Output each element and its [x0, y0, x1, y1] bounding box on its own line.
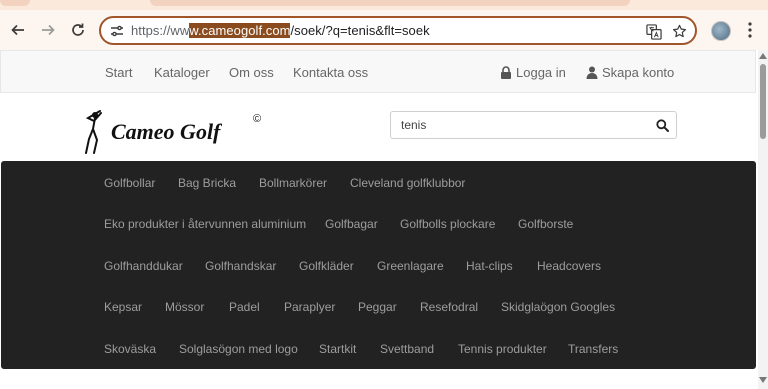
site-logo[interactable]: Cameo Golf ©	[83, 109, 267, 155]
login-link[interactable]: Logga in	[500, 65, 566, 80]
category-link[interactable]: Mössor	[165, 300, 204, 314]
nav-start-link[interactable]: Start	[105, 65, 132, 80]
logo-wordmark: Cameo Golf	[111, 119, 221, 144]
category-link[interactable]: Tennis produkter	[458, 342, 547, 356]
site-settings-icon[interactable]	[109, 23, 125, 39]
back-arrow-icon	[11, 24, 24, 36]
scrollbar-thumb[interactable]	[760, 64, 766, 139]
category-link[interactable]: Golfhanddukar	[104, 259, 183, 273]
address-bar[interactable]: https://www.cameogolf.com/soek/?q=tenis&…	[99, 16, 697, 45]
category-link[interactable]: Headcovers	[537, 259, 601, 273]
category-link[interactable]: Golfbollar	[104, 176, 155, 190]
category-link[interactable]: Hat-clips	[466, 259, 513, 273]
tab-edge[interactable]	[0, 0, 30, 6]
lock-icon	[501, 66, 511, 79]
back-button[interactable]	[6, 18, 30, 42]
search-query-text: tenis	[401, 118, 427, 132]
category-link[interactable]: Paraplyer	[284, 300, 335, 314]
signup-link[interactable]: Skapa konto	[586, 65, 674, 80]
category-link[interactable]: Peggar	[358, 300, 397, 314]
category-link[interactable]: Padel	[229, 300, 260, 314]
tab-strip	[0, 0, 768, 10]
bookmark-star-icon[interactable]	[671, 23, 688, 40]
forward-arrow-icon	[42, 24, 55, 36]
active-tab-edge[interactable]	[150, 0, 630, 6]
browser-menu-icon[interactable]	[742, 21, 758, 39]
category-link[interactable]: Skidglaögon Googles	[501, 300, 615, 314]
category-link[interactable]: Cleveland golfklubbor	[350, 176, 465, 190]
category-link[interactable]: Solglasögon med logo	[179, 342, 298, 356]
category-link[interactable]: Golfkläder	[299, 259, 354, 273]
scroll-down-arrow-icon[interactable]	[759, 377, 767, 383]
profile-avatar-icon[interactable]	[711, 21, 731, 41]
translate-icon[interactable]	[645, 23, 662, 40]
nav-om-oss-link[interactable]: Om oss	[229, 65, 274, 80]
browser-toolbar: https://www.cameogolf.com/soek/?q=tenis&…	[0, 10, 768, 50]
category-link[interactable]: Bollmarkörer	[259, 176, 327, 190]
url-path: /soek/?q=tenis&flt=soek	[290, 23, 430, 38]
category-link[interactable]: Startkit	[319, 342, 356, 356]
logo-copyright-mark: ©	[253, 113, 262, 125]
url-selected-domain: w.cameogolf.com	[189, 23, 291, 38]
search-button[interactable]	[648, 112, 676, 138]
category-link[interactable]: Transfers	[568, 342, 618, 356]
url-prefix: https://ww	[131, 23, 190, 38]
reload-button[interactable]	[66, 18, 90, 42]
category-link[interactable]: Eko produkter i återvunnen aluminium	[104, 217, 306, 231]
golfer-silhouette-icon	[85, 110, 102, 154]
category-link[interactable]: Kepsar	[104, 300, 142, 314]
category-link[interactable]: Golfborste	[518, 217, 573, 231]
category-link[interactable]: Greenlagare	[377, 259, 444, 273]
category-link[interactable]: Golfhandskar	[205, 259, 276, 273]
category-link[interactable]: Resefodral	[420, 300, 478, 314]
nav-kontakta-oss-link[interactable]: Kontakta oss	[293, 65, 368, 80]
scroll-up-arrow-icon[interactable]	[759, 53, 767, 59]
forward-button[interactable]	[36, 18, 60, 42]
category-link[interactable]: Golfbolls plockare	[400, 217, 495, 231]
category-link[interactable]: Svettband	[380, 342, 434, 356]
signup-label: Skapa konto	[602, 65, 675, 80]
search-icon	[655, 118, 669, 132]
login-label: Logga in	[516, 65, 566, 80]
nav-kataloger-link[interactable]: Kataloger	[154, 65, 210, 80]
category-menu: Golfbollar Bag Bricka Bollmarkörer Cleve…	[1, 161, 756, 369]
page-viewport: Start Kataloger Om oss Kontakta oss Logg…	[0, 50, 768, 389]
category-link[interactable]: Skoväska	[104, 342, 156, 356]
category-link[interactable]: Bag Bricka	[178, 176, 236, 190]
site-search-input[interactable]: tenis	[390, 111, 677, 139]
top-navbar: Start Kataloger Om oss Kontakta oss Logg…	[0, 50, 756, 93]
page-scrollbar[interactable]	[758, 50, 768, 389]
reload-icon	[72, 23, 84, 36]
url-text[interactable]: https://www.cameogolf.com/soek/?q=tenis&…	[131, 23, 430, 38]
user-icon	[586, 66, 598, 79]
category-link[interactable]: Golfbagar	[325, 217, 378, 231]
